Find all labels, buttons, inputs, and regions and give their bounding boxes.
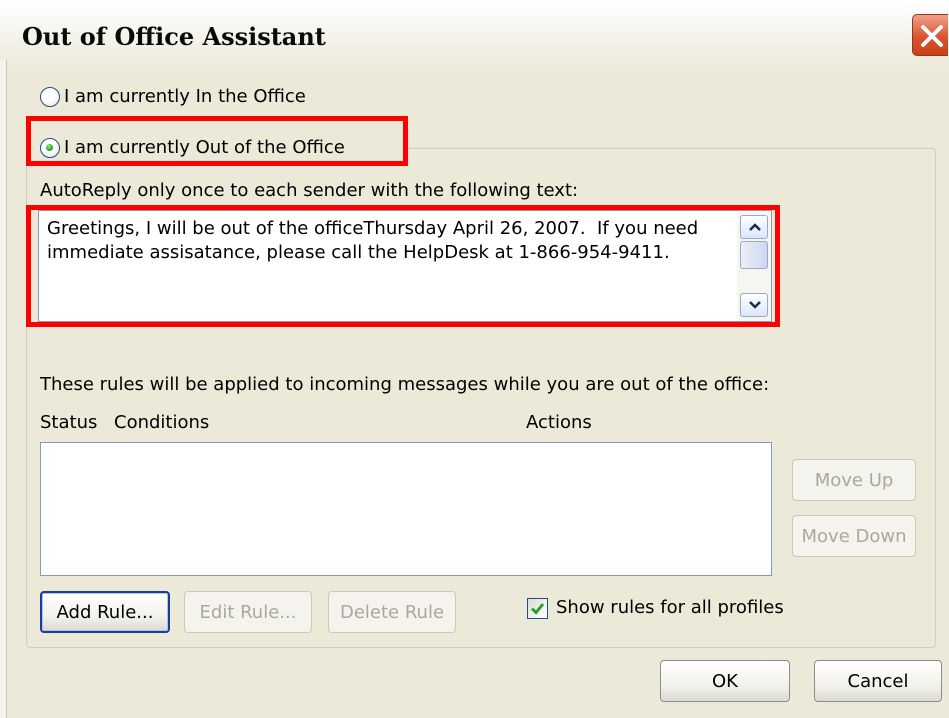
radio-in-office-button[interactable] [40,86,60,107]
rules-list[interactable] [40,442,772,576]
move-down-button[interactable]: Move Down [792,515,916,557]
window-left-border [0,60,7,718]
highlight-out-of-office [26,116,408,166]
window-title: Out of Office Assistant [22,22,326,51]
out-of-office-dialog: Out of Office Assistant I am currently I… [0,0,949,718]
radio-in-office[interactable]: I am currently In the Office [40,86,306,107]
delete-rule-button[interactable]: Delete Rule [328,591,456,633]
column-header-status[interactable]: Status [40,412,97,433]
move-up-button[interactable]: Move Up [792,459,916,501]
radio-in-office-label: I am currently In the Office [64,86,306,107]
edit-rule-button[interactable]: Edit Rule... [184,591,312,633]
column-header-conditions[interactable]: Conditions [114,412,209,433]
highlight-autoreply [26,205,780,327]
title-bar[interactable]: Out of Office Assistant [0,0,949,70]
close-icon [921,25,943,47]
column-header-actions[interactable]: Actions [526,412,592,433]
checkmark-icon [531,603,545,615]
rules-description: These rules will be applied to incoming … [40,374,770,395]
show-all-profiles-checkbox[interactable] [527,598,548,619]
show-all-profiles-label[interactable]: Show rules for all profiles [556,597,784,618]
autoreply-label: AutoReply only once to each sender with … [40,180,579,201]
ok-button[interactable]: OK [660,660,790,702]
close-button[interactable] [912,14,948,56]
add-rule-button[interactable]: Add Rule... [40,591,170,633]
cancel-button[interactable]: Cancel [814,660,942,702]
